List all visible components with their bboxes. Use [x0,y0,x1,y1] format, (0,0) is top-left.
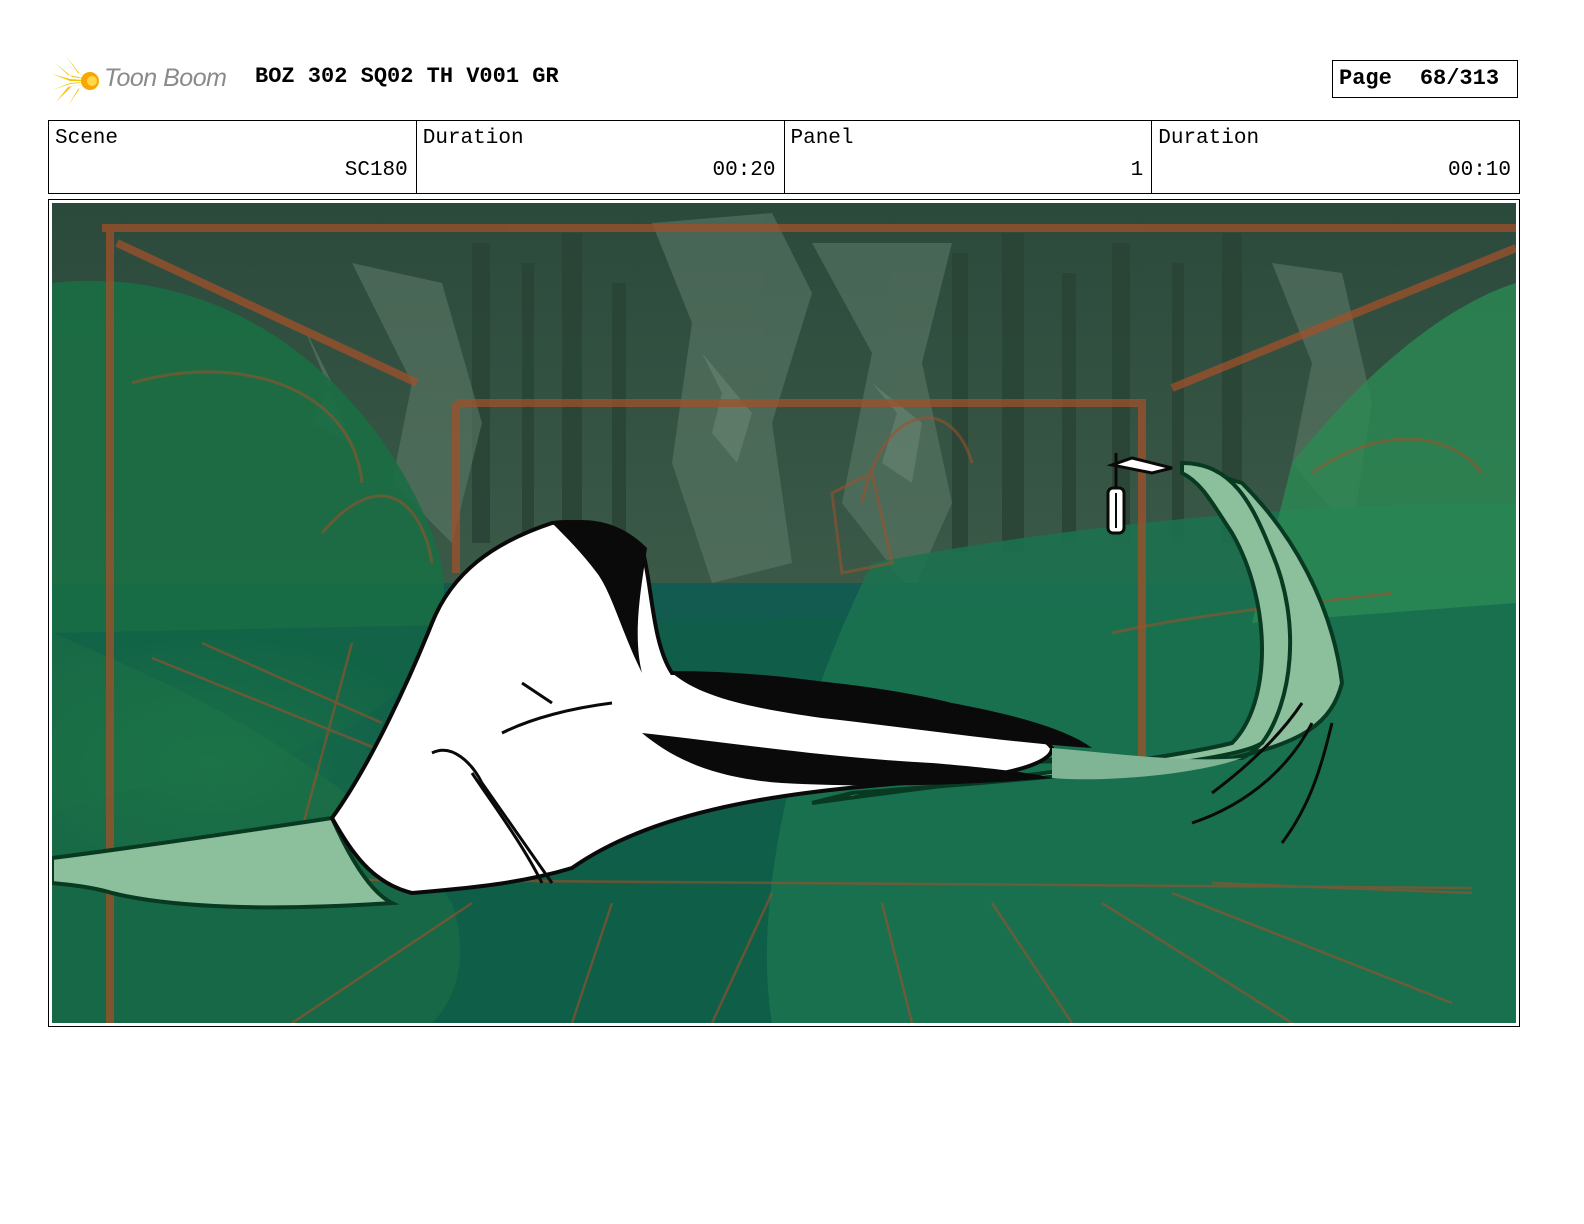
logo-text: Toon Boom [104,64,227,92]
scene-duration-value: 00:20 [712,159,776,182]
page-header: Toon Boom BOZ 302 SQ02 TH V001 GR Page 68… [52,56,1532,106]
panel-duration-value: 00:10 [1447,159,1511,182]
scene-duration-label: Duration [422,127,524,150]
scene-value: SC180 [344,159,408,182]
panel-cell: Panel 1 [785,121,1153,193]
starburst-icon [52,56,99,106]
scene-info-table: Scene SC180 Duration 00:20 Panel 1 Durat… [48,120,1520,194]
document-title: BOZ 302 SQ02 TH V001 GR [255,64,559,89]
scene-cell: Scene SC180 [49,121,417,193]
toon-boom-logo: Toon Boom [52,56,242,106]
page-indicator: Page 68/313 [1332,60,1518,98]
panel-duration-cell: Duration 00:10 [1152,121,1519,193]
storyboard-panel-image [52,203,1516,1023]
panel-label: Panel [790,127,854,150]
scene-label: Scene [55,127,119,150]
page-number: 68/313 [1419,66,1500,91]
panel-value: 1 [1130,159,1144,182]
page-label: Page [1339,66,1392,91]
storyboard-sketch-icon [52,203,1516,1023]
scene-duration-cell: Duration 00:20 [417,121,785,193]
panel-duration-label: Duration [1158,127,1260,150]
